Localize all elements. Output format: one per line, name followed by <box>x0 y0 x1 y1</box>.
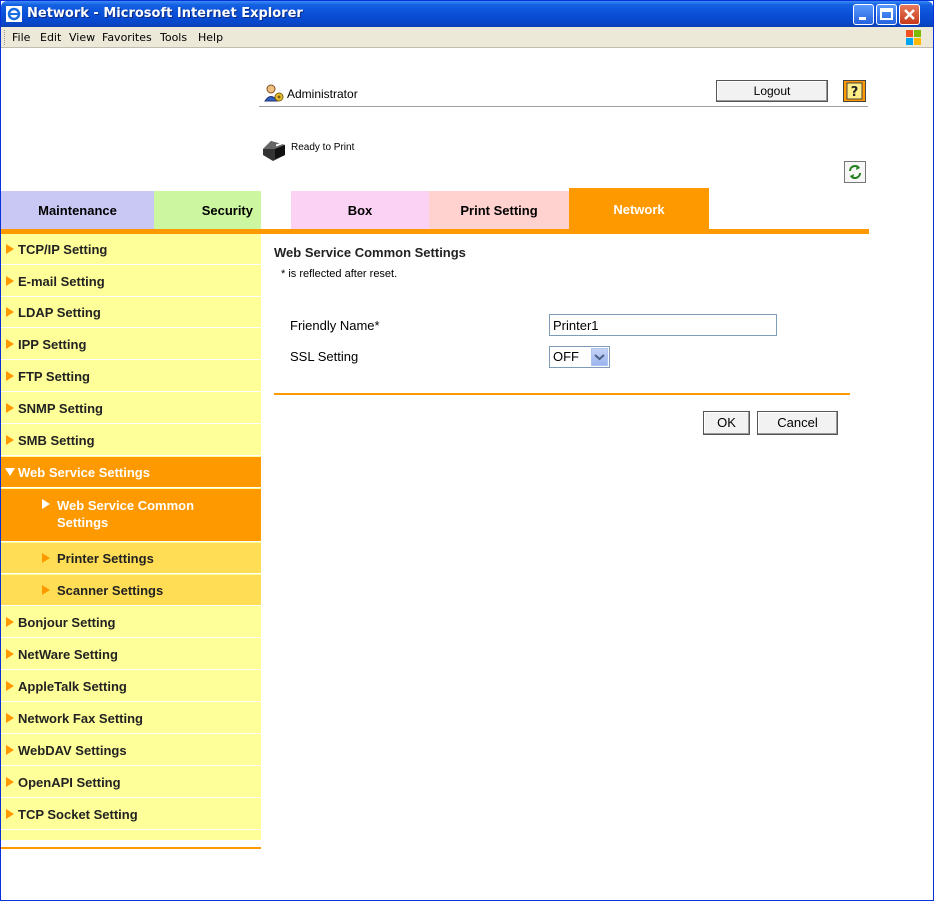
sidebar-item-label: Printer Settings <box>57 551 154 566</box>
close-button[interactable] <box>899 4 920 25</box>
sidebar-item-ldap[interactable]: LDAP Setting <box>1 297 261 328</box>
arrow-right-icon <box>6 809 14 819</box>
minimize-button[interactable] <box>853 4 874 25</box>
arrow-down-icon <box>5 468 15 476</box>
menu-help[interactable]: Help <box>198 31 223 44</box>
page-title: Web Service Common Settings <box>274 245 466 260</box>
refresh-icon[interactable] <box>844 161 866 183</box>
sidebar-item-tcp-socket[interactable]: TCP Socket Setting <box>1 799 261 830</box>
menu-edit[interactable]: Edit <box>40 31 61 44</box>
arrow-right-icon <box>42 585 50 595</box>
maximize-button[interactable] <box>876 4 897 25</box>
ssl-setting-select[interactable]: OFF <box>549 346 610 368</box>
menu-file[interactable]: File <box>12 31 30 44</box>
windows-logo-icon <box>898 29 928 46</box>
title-bar[interactable]: Network - Microsoft Internet Explorer <box>1 1 933 27</box>
sidebar-item-label: Bonjour Setting <box>18 615 116 630</box>
ssl-setting-value: OFF <box>553 349 579 364</box>
help-glyph: ? <box>851 85 859 100</box>
arrow-right-icon <box>6 617 14 627</box>
sidebar-item-ftp[interactable]: FTP Setting <box>1 361 261 392</box>
sidebar-item-snmp[interactable]: SNMP Setting <box>1 393 261 424</box>
sidebar-item-label: LDAP Setting <box>18 305 101 320</box>
chevron-down-icon[interactable] <box>591 348 608 366</box>
sidebar-item-ipp[interactable]: IPP Setting <box>1 329 261 360</box>
sidebar-item-network-fax[interactable]: Network Fax Setting <box>1 703 261 734</box>
sidebar-item-label: SMB Setting <box>18 433 95 448</box>
tab-box[interactable]: Box <box>291 191 429 229</box>
arrow-right-icon <box>6 681 14 691</box>
friendly-name-label: Friendly Name* <box>290 318 380 333</box>
browser-window: Network - Microsoft Internet Explorer Fi… <box>0 0 934 901</box>
sidebar-item-label: AppleTalk Setting <box>18 679 127 694</box>
printer-status-text: Ready to Print <box>291 142 355 153</box>
sidebar-item-smb[interactable]: SMB Setting <box>1 425 261 456</box>
tab-print-setting[interactable]: Print Setting <box>429 191 569 229</box>
sidebar-item-printer-settings[interactable]: Printer Settings <box>1 543 261 574</box>
main-tabs: Maintenance Security Box Print Setting N… <box>1 188 933 229</box>
reset-note: * is reflected after reset. <box>281 268 398 280</box>
sidebar-item-web-service-settings[interactable]: Web Service Settings <box>1 457 261 488</box>
help-button[interactable]: ? <box>843 80 866 102</box>
menu-bar: File Edit View Favorites Tools Help <box>1 27 933 48</box>
sidebar-item-webdav[interactable]: WebDAV Settings <box>1 735 261 766</box>
ok-button[interactable]: OK <box>703 411 750 435</box>
ssl-setting-label: SSL Setting <box>290 349 359 364</box>
sidebar-item-label: FTP Setting <box>18 369 90 384</box>
sidebar-item-label: SNMP Setting <box>18 401 103 416</box>
sidebar-item-bonjour[interactable]: Bonjour Setting <box>1 607 261 638</box>
sidebar-item-label: Web Service Settings <box>18 465 150 480</box>
sidebar-item-openapi[interactable]: OpenAPI Setting <box>1 767 261 798</box>
arrow-right-icon <box>6 435 14 445</box>
arrow-right-icon <box>42 553 50 563</box>
sidebar-bottom-divider <box>1 847 261 849</box>
sidebar-item-label: NetWare Setting <box>18 647 118 662</box>
menu-tools[interactable]: Tools <box>160 31 187 44</box>
sidebar-item-email[interactable]: E-mail Setting <box>1 266 261 297</box>
sidebar: TCP/IP Setting E-mail Setting LDAP Setti… <box>1 234 261 840</box>
sidebar-item-web-service-common-settings[interactable]: Web Service Common Settings <box>1 489 261 542</box>
header-divider <box>259 106 868 107</box>
printer-status-icon <box>261 137 287 166</box>
window-title: Network - Microsoft Internet Explorer <box>27 6 303 21</box>
sidebar-item-label: IPP Setting <box>18 337 87 352</box>
arrow-right-icon <box>6 403 14 413</box>
sidebar-item-netware[interactable]: NetWare Setting <box>1 639 261 670</box>
sidebar-item-label: WebDAV Settings <box>18 743 127 758</box>
arrow-right-icon <box>6 371 14 381</box>
menu-favorites[interactable]: Favorites <box>102 31 152 44</box>
ie-icon <box>6 6 22 22</box>
sidebar-item-label: Scanner Settings <box>57 583 164 598</box>
sidebar-item-label: OpenAPI Setting <box>18 775 121 790</box>
sidebar-item-appletalk[interactable]: AppleTalk Setting <box>1 671 261 702</box>
tab-security[interactable]: Security <box>154 191 261 229</box>
arrow-right-icon <box>6 244 14 254</box>
arrow-right-icon <box>6 777 14 787</box>
sidebar-item-label: TCP Socket Setting <box>18 807 138 822</box>
logout-button[interactable]: Logout <box>716 80 828 102</box>
cancel-button[interactable]: Cancel <box>757 411 838 435</box>
arrow-right-icon <box>6 276 14 286</box>
sidebar-item-label: E-mail Setting <box>18 274 105 289</box>
user-label: Administrator <box>287 87 358 101</box>
sidebar-item-label: TCP/IP Setting <box>18 242 108 257</box>
arrow-right-icon <box>6 339 14 349</box>
arrow-right-icon <box>42 499 50 509</box>
menu-view[interactable]: View <box>69 31 95 44</box>
friendly-name-input[interactable] <box>549 314 777 336</box>
tab-network[interactable]: Network <box>569 188 709 229</box>
tab-maintenance[interactable]: Maintenance <box>1 191 154 229</box>
sidebar-item-label: Web Service Common Settings <box>57 498 195 530</box>
content-divider <box>274 393 850 395</box>
menu-grip <box>4 30 7 45</box>
sidebar-item-tcpip[interactable]: TCP/IP Setting <box>1 234 261 265</box>
web-page: Administrator Logout ? Ready to Print Ma… <box>1 49 933 900</box>
sidebar-item-label: Network Fax Setting <box>18 711 143 726</box>
arrow-right-icon <box>6 307 14 317</box>
sidebar-item-scanner-settings[interactable]: Scanner Settings <box>1 575 261 606</box>
arrow-right-icon <box>6 745 14 755</box>
arrow-right-icon <box>6 713 14 723</box>
administrator-icon <box>264 83 284 106</box>
arrow-right-icon <box>6 649 14 659</box>
